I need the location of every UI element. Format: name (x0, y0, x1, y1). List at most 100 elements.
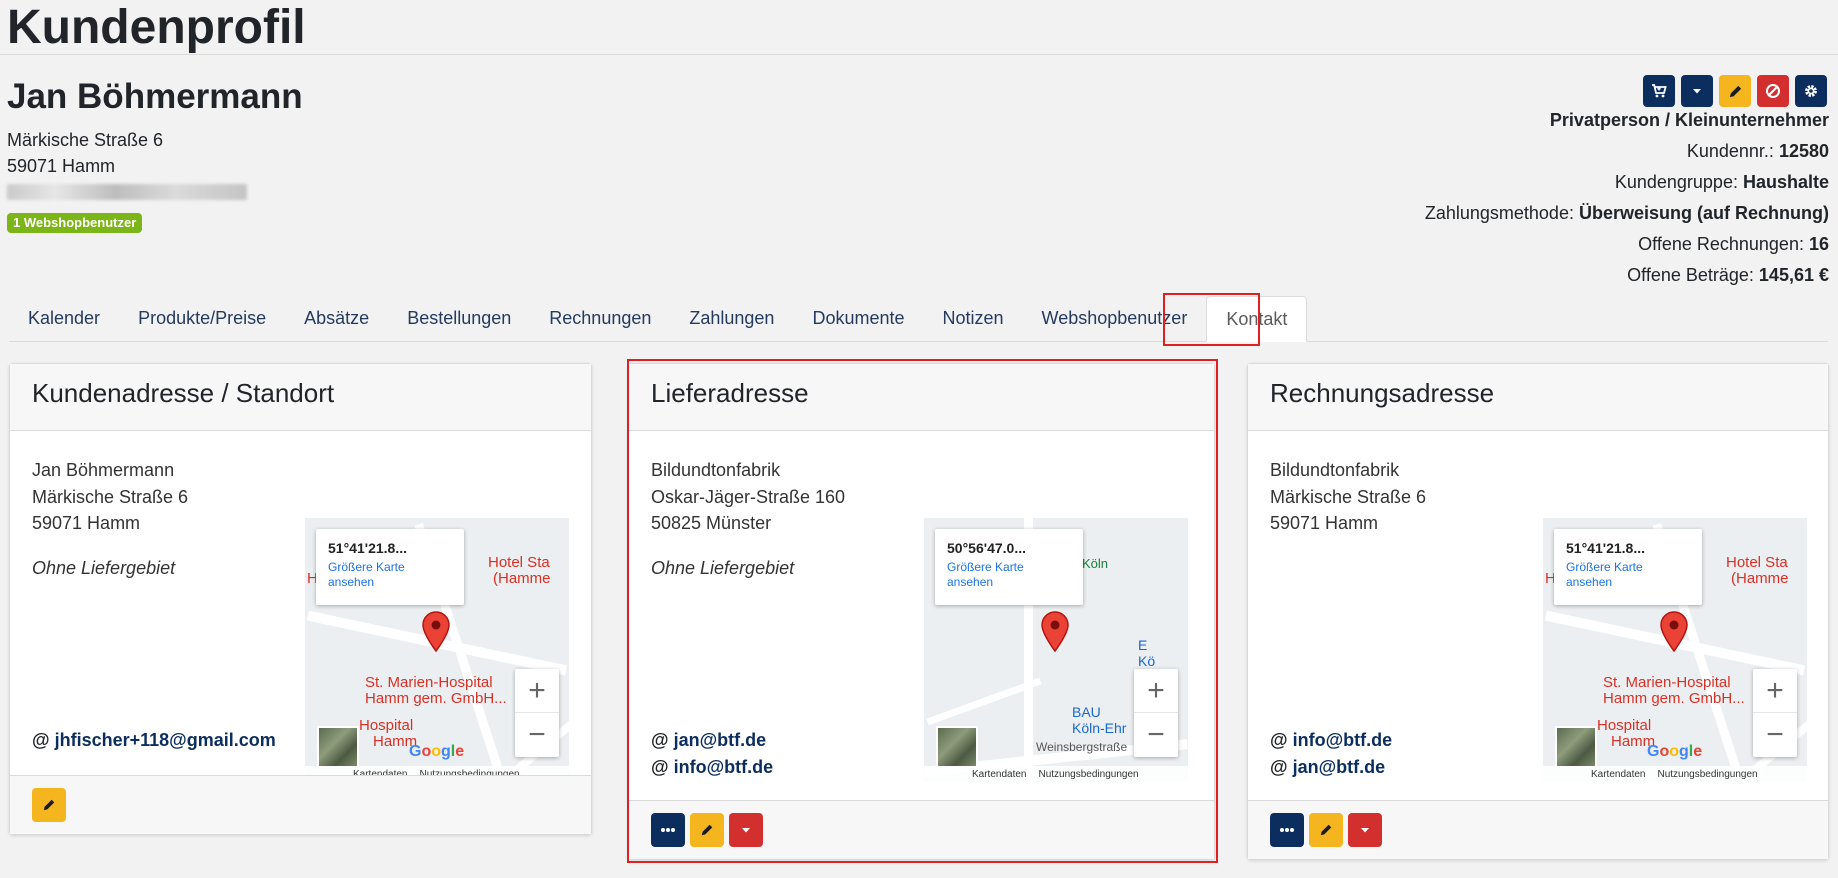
google-logo: Google (409, 743, 465, 760)
profile-tabs: Kalender Produkte/Preise Absätze Bestell… (9, 296, 1828, 342)
payment-method-value: Überweisung (auf Rechnung) (1578, 203, 1829, 223)
location-map[interactable]: Hotel Sta (Hamme H St. Marien-Hospital H… (1543, 518, 1807, 782)
customer-type: Privatperson / Kleinunternehmer (1549, 110, 1829, 130)
customer-street: Märkische Straße 6 (7, 130, 164, 150)
tab-kalender[interactable]: Kalender (9, 296, 119, 342)
open-invoices-row: Offene Rechnungen: 16 (1425, 229, 1829, 260)
map-data-link[interactable]: Kartendaten (1591, 769, 1646, 780)
tab-produkte-preise[interactable]: Produkte/Preise (119, 296, 285, 342)
tab-absaetze[interactable]: Absätze (285, 296, 388, 342)
email-row: @ info@btf.de (1270, 730, 1393, 750)
block-customer-button[interactable] (1757, 75, 1789, 107)
map-terms-link[interactable]: Nutzungsbedingungen (1658, 769, 1758, 780)
profile-toolbar (1643, 75, 1827, 107)
email-list: @ info@btf.de @ jan@btf.de (1270, 727, 1392, 781)
customer-number-row: Kundennr.: 12580 (1425, 136, 1829, 167)
delete-dropdown-button[interactable] (1348, 813, 1382, 847)
edit-customer-button[interactable] (1719, 75, 1751, 107)
map-label: St. Marien-Hospital (365, 674, 493, 691)
customer-group-row: Kundengruppe: Haushalte (1425, 167, 1829, 198)
customer-group-value: Haushalte (1742, 172, 1829, 192)
customer-meta: Privatperson / Kleinunternehmer Kundennr… (1425, 109, 1829, 291)
map-label: (Hamme (1731, 570, 1789, 587)
email-list: @ jhfischer+118@gmail.com (32, 727, 276, 754)
pencil-icon (1729, 85, 1741, 97)
map-zoom-controls: + − (1753, 669, 1797, 757)
card-title: Kundenadresse / Standort (10, 364, 591, 431)
active-tab-highlight (1163, 293, 1260, 346)
pencil-icon (1320, 824, 1332, 836)
larger-map-link[interactable]: Größere Karte ansehen (1566, 560, 1690, 590)
open-amounts-value: 145,61 € (1758, 265, 1829, 285)
address-line: 59071 Hamm (1270, 513, 1379, 533)
email-row: @ jhfischer+118@gmail.com (32, 730, 276, 750)
customer-name: Jan Böhmermann (7, 77, 303, 116)
map-coordinates: 51°41'21.8... (328, 540, 407, 556)
zoom-out-button[interactable]: − (515, 713, 559, 757)
satellite-view-toggle[interactable] (317, 726, 359, 768)
open-invoices-label: Offene Rechnungen: (1638, 234, 1804, 254)
cart-button[interactable] (1643, 75, 1675, 107)
billing-address-card: Rechnungsadresse Bildundtonfabrik Märkis… (1247, 363, 1829, 860)
tab-notizen[interactable]: Notizen (924, 296, 1023, 342)
card-footer (1248, 800, 1828, 859)
customer-address-card: Kundenadresse / Standort Jan Böhmermann … (9, 363, 592, 835)
customer-email-blurred (7, 179, 247, 207)
customer-number-value: 12580 (1778, 141, 1829, 161)
larger-map-link[interactable]: Größere Karte ansehen (328, 560, 452, 590)
open-invoices-value: 16 (1808, 234, 1829, 254)
map-label: St. Marien-Hospital (1603, 674, 1731, 691)
pencil-icon (43, 799, 55, 811)
map-label: Hotel Sta (1726, 554, 1788, 571)
email-link[interactable]: info@btf.de (1293, 730, 1393, 750)
map-coordinates: 51°41'21.8... (1566, 540, 1645, 556)
customer-address: Märkische Straße 6 59071 Hamm (7, 127, 247, 207)
email-link[interactable]: jhfischer+118@gmail.com (55, 730, 276, 750)
zoom-in-button[interactable]: + (515, 669, 559, 713)
zoom-out-button[interactable]: − (1753, 713, 1797, 757)
map-label: Hospital (1597, 717, 1652, 734)
more-button[interactable] (1270, 813, 1304, 847)
zoom-in-button[interactable]: + (1753, 669, 1797, 713)
card-footer (10, 775, 591, 834)
address-block: Bildundtonfabrik Märkische Straße 6 5907… (1270, 457, 1426, 537)
ellipsis-icon (1280, 828, 1294, 832)
tab-dokumente[interactable]: Dokumente (793, 296, 923, 342)
address-line: 59071 Hamm (32, 513, 141, 533)
delivery-area: Ohne Liefergebiet (32, 557, 176, 578)
address-line: Märkische Straße 6 (1270, 486, 1427, 507)
open-amounts-label: Offene Beträge: (1627, 265, 1754, 285)
delivery-card-highlight (627, 359, 1218, 863)
address-line: Jan Böhmermann (32, 460, 175, 480)
map-zoom-controls: + − (515, 669, 559, 757)
caret-down-icon (1693, 89, 1701, 94)
satellite-view-toggle[interactable] (1555, 726, 1597, 768)
payment-method-label: Zahlungsmethode: (1424, 203, 1574, 223)
tab-bestellungen[interactable]: Bestellungen (388, 296, 530, 342)
tab-rechnungen[interactable]: Rechnungen (530, 296, 670, 342)
payment-method-row: Zahlungsmethode: Überweisung (auf Rechnu… (1425, 198, 1829, 229)
open-amounts-row: Offene Beträge: 145,61 € (1425, 260, 1829, 291)
map-info-popup: 51°41'21.8... Größere Karte ansehen (316, 529, 464, 605)
map-label: Hamm gem. GmbH... (1603, 690, 1745, 707)
edit-address-button[interactable] (32, 788, 66, 822)
gear-icon (1805, 85, 1817, 97)
customer-city: 59071 Hamm (7, 156, 116, 176)
location-map[interactable]: Hotel Sta (Hamme H St. Marien-Hospital H… (305, 518, 569, 782)
webshop-users-badge[interactable]: 1 Webshopbenutzer (7, 213, 143, 233)
email-link[interactable]: jan@btf.de (1293, 757, 1386, 777)
address-block: Jan Böhmermann Märkische Straße 6 59071 … (32, 457, 188, 581)
customer-number-label: Kundennr.: (1686, 141, 1774, 161)
customer-group-label: Kundengruppe: (1614, 172, 1738, 192)
map-label: Hospital (359, 717, 414, 734)
map-label: Hotel Sta (488, 554, 550, 571)
tab-zahlungen[interactable]: Zahlungen (670, 296, 793, 342)
ban-icon (1766, 84, 1780, 98)
edit-address-button[interactable] (1309, 813, 1343, 847)
settings-button[interactable] (1795, 75, 1827, 107)
map-pin-icon (1660, 611, 1688, 652)
google-logo: Google (1647, 743, 1703, 760)
more-actions-dropdown-button[interactable] (1681, 75, 1713, 107)
map-pin-icon (422, 611, 450, 652)
blurred-email (7, 184, 247, 200)
